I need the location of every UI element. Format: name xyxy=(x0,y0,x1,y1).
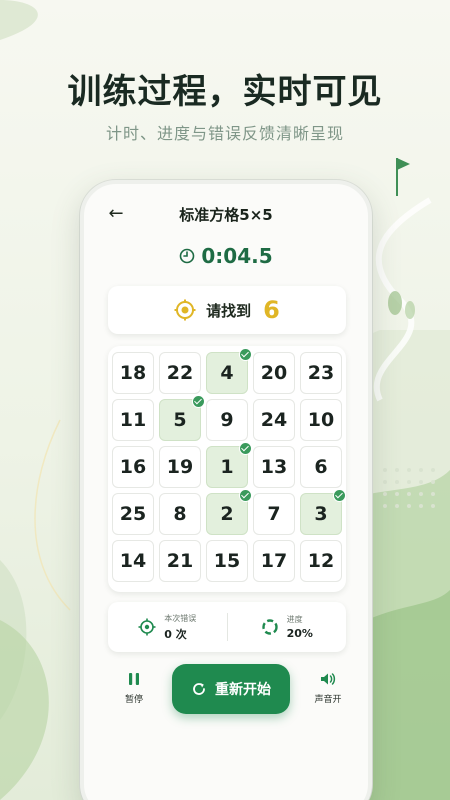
grid-cell[interactable]: 2 xyxy=(206,489,252,535)
grid-cell-number: 24 xyxy=(260,409,288,431)
progress-ring-icon xyxy=(261,619,278,635)
grid-cell[interactable]: 22 xyxy=(159,352,201,394)
stat-progress: 进度 20% xyxy=(228,614,347,640)
grid-cell-number: 21 xyxy=(166,550,194,572)
grid-cell[interactable]: 14 xyxy=(112,540,154,582)
phone-frame: ← 标准方格5×5 0:04.5 请找到 6 18 22 4 20 23 11 5 9 2 xyxy=(80,180,372,800)
check-badge-icon xyxy=(239,442,252,455)
sound-label: 声音开 xyxy=(314,695,342,705)
grid-cell-number: 1 xyxy=(220,456,234,478)
grid-cell[interactable]: 1 xyxy=(206,442,252,488)
restart-button[interactable]: 重新开始 xyxy=(172,664,290,714)
grid-cell-number: 20 xyxy=(260,362,288,384)
grid-cell-number: 19 xyxy=(166,456,194,478)
schulte-grid-card: 18 22 4 20 23 11 5 9 24 10 16 19 1 13 6 25 8 2 7 3 14 21 15 17 1… xyxy=(108,346,346,592)
grid-cell[interactable]: 7 xyxy=(253,493,295,535)
grid-cell-number: 11 xyxy=(119,409,147,431)
timer: 0:04.5 xyxy=(84,242,368,270)
grid-cell[interactable]: 18 xyxy=(112,352,154,394)
grid-cell-number: 2 xyxy=(220,503,234,525)
progress-label: 进度 xyxy=(286,615,303,624)
sound-toggle[interactable]: 声音开 xyxy=(308,670,348,705)
grid-cell[interactable]: 10 xyxy=(300,399,342,441)
grid-cell[interactable]: 4 xyxy=(206,348,252,394)
target-icon xyxy=(174,299,196,321)
grid-cell[interactable]: 19 xyxy=(159,446,201,488)
check-badge-icon xyxy=(239,489,252,502)
target-label: 请找到 xyxy=(206,301,252,320)
app-screen: ← 标准方格5×5 0:04.5 请找到 6 18 22 4 20 23 11 5 9 2 xyxy=(84,184,368,800)
grid-cell-number: 17 xyxy=(260,550,288,572)
grid-cell[interactable]: 25 xyxy=(112,493,154,535)
refresh-icon xyxy=(193,683,205,695)
schulte-grid: 18 22 4 20 23 11 5 9 24 10 16 19 1 13 6 25 8 2 7 3 14 21 15 17 1… xyxy=(112,348,346,582)
grid-cell[interactable]: 15 xyxy=(206,540,248,582)
crosshair-icon xyxy=(138,618,156,636)
grid-cell[interactable]: 6 xyxy=(300,446,342,488)
check-badge-icon xyxy=(239,348,252,361)
errors-value: 0 次 xyxy=(164,627,187,641)
stat-errors: 本次错误 0 次 xyxy=(108,613,227,642)
check-badge-icon xyxy=(333,489,346,502)
top-nav: ← 标准方格5×5 xyxy=(84,200,368,228)
grid-cell[interactable]: 5 xyxy=(159,395,205,441)
check-badge-icon xyxy=(192,395,205,408)
grid-cell[interactable]: 21 xyxy=(159,540,201,582)
grid-cell[interactable]: 13 xyxy=(253,446,295,488)
grid-cell[interactable]: 9 xyxy=(206,399,248,441)
grid-cell-number: 23 xyxy=(307,362,335,384)
grid-cell[interactable]: 11 xyxy=(112,399,154,441)
grid-cell-number: 14 xyxy=(119,550,147,572)
grid-cell-number: 25 xyxy=(119,503,147,525)
grid-cell-number: 22 xyxy=(166,362,194,384)
grid-cell[interactable]: 8 xyxy=(159,493,201,535)
grid-cell-number: 12 xyxy=(307,550,335,572)
grid-cell-number: 5 xyxy=(173,409,187,431)
grid-cell[interactable]: 17 xyxy=(253,540,295,582)
timer-value: 0:04.5 xyxy=(201,244,273,268)
pause-button[interactable]: 暂停 xyxy=(114,670,154,705)
grid-cell-number: 16 xyxy=(119,456,147,478)
grid-cell-number: 7 xyxy=(267,503,281,525)
promo-subline: 计时、进度与错误反馈清晰呈现 xyxy=(105,124,344,143)
restart-label: 重新开始 xyxy=(215,682,271,698)
target-prompt: 请找到 6 xyxy=(108,286,346,334)
grid-cell[interactable]: 16 xyxy=(112,446,154,488)
grid-cell[interactable]: 24 xyxy=(253,399,295,441)
page-title: 标准方格5×5 xyxy=(179,206,273,224)
promo-headline: 训练过程，实时可见 xyxy=(67,72,383,112)
control-bar: 暂停 重新开始 声音开 xyxy=(108,664,346,724)
errors-label: 本次错误 xyxy=(164,613,197,623)
clock-icon xyxy=(180,248,195,264)
grid-cell[interactable]: 23 xyxy=(300,352,342,394)
grid-cell[interactable]: 12 xyxy=(300,540,342,582)
grid-cell-number: 15 xyxy=(213,550,241,572)
grid-cell-number: 18 xyxy=(119,362,147,384)
grid-cell-number: 8 xyxy=(173,503,187,525)
grid-cell-number: 9 xyxy=(220,409,234,431)
grid-cell-number: 6 xyxy=(314,456,328,478)
speaker-icon xyxy=(321,673,336,685)
grid-cell-number: 4 xyxy=(220,362,234,384)
progress-value: 20% xyxy=(286,627,313,640)
target-number: 6 xyxy=(263,296,280,324)
grid-cell[interactable]: 3 xyxy=(300,489,346,535)
pause-label: 暂停 xyxy=(124,695,143,705)
stats-panel: 本次错误 0 次 进度 20% xyxy=(108,602,346,652)
pause-icon xyxy=(129,673,139,685)
grid-cell-number: 13 xyxy=(260,456,288,478)
grid-cell-number: 10 xyxy=(307,409,335,431)
grid-cell[interactable]: 20 xyxy=(253,352,295,394)
grid-cell-number: 3 xyxy=(314,503,328,525)
